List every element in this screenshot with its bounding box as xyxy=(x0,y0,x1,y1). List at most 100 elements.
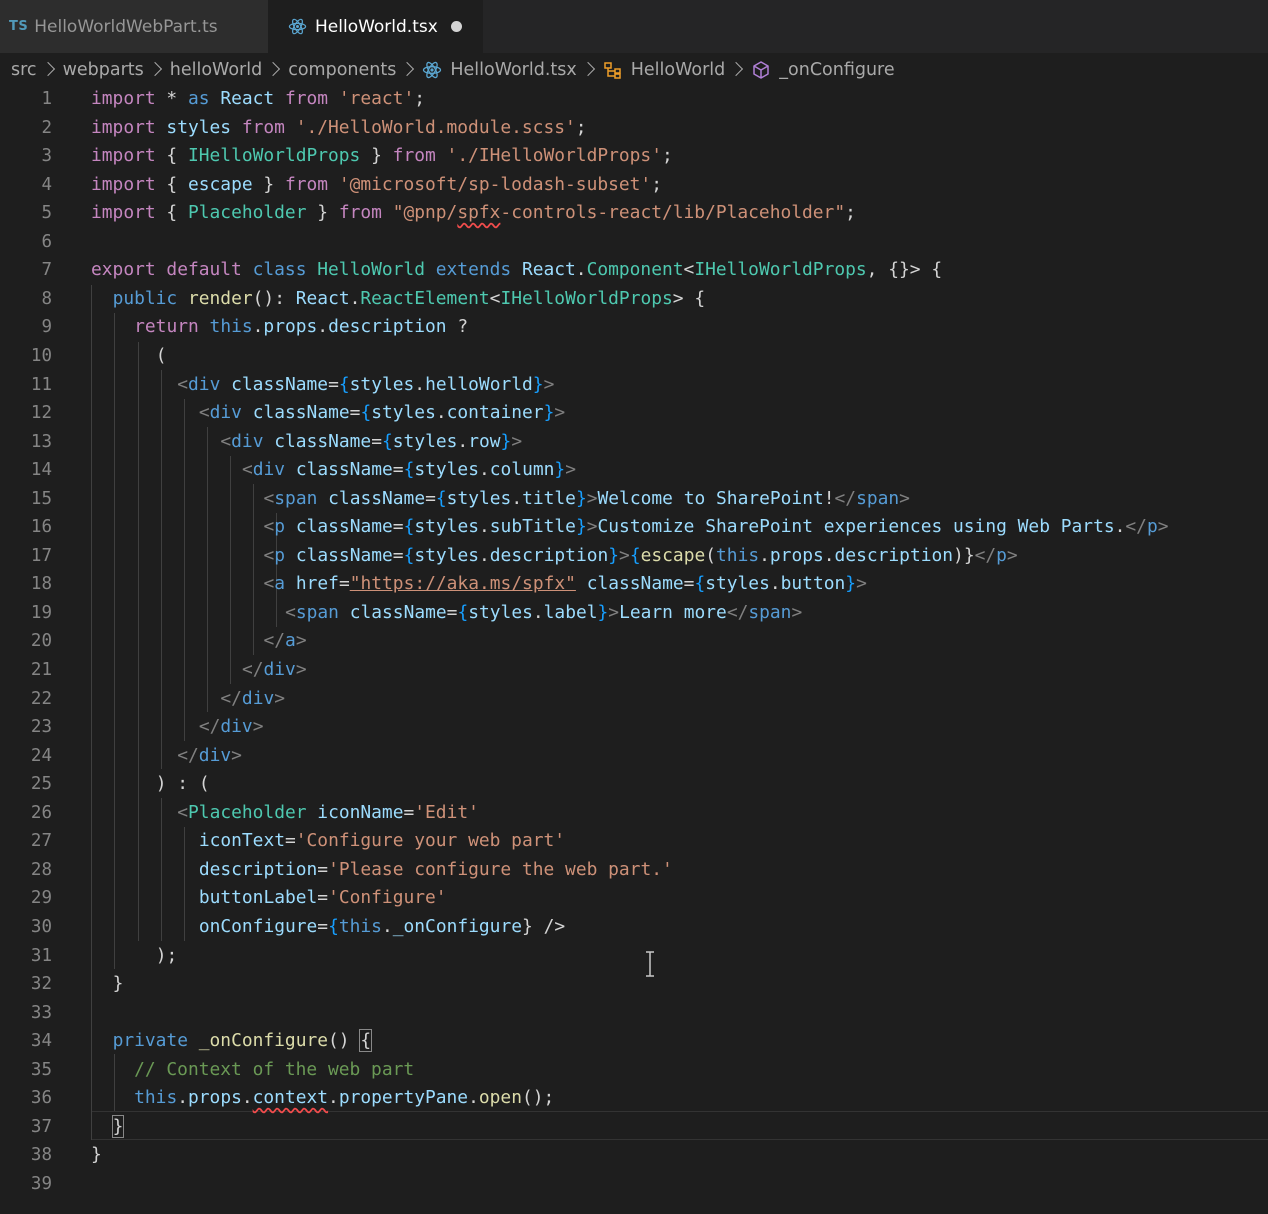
code-line[interactable]: 33 xyxy=(0,999,1268,1028)
code-line[interactable]: 7 export default class HelloWorld extends… xyxy=(0,256,1268,285)
code-line[interactable]: 18 <a href="https://aka.ms/spfx" classNa… xyxy=(0,570,1268,599)
line-number: 5 xyxy=(41,203,52,224)
code-text: </div> xyxy=(241,659,307,680)
code-text: <Placeholder iconName='Edit' xyxy=(177,801,479,823)
code-line[interactable]: 38} xyxy=(0,1141,1268,1170)
code-line[interactable]: 37 } xyxy=(0,1113,1268,1142)
code-text: } xyxy=(112,973,124,995)
line-number: 23 xyxy=(30,717,52,738)
chevron-right-icon xyxy=(729,61,744,77)
chevron-right-icon xyxy=(400,61,415,77)
code-line[interactable]: 29 buttonLabel='Configure' xyxy=(0,884,1268,913)
line-number: 22 xyxy=(30,688,52,709)
line-number: 28 xyxy=(30,859,52,880)
line-number: 39 xyxy=(30,1173,52,1194)
code-line[interactable]: 34 private _onConfigure() { xyxy=(0,1027,1268,1056)
line-number: 29 xyxy=(30,888,52,909)
line-number: 3 xyxy=(41,146,52,167)
code-line[interactable]: 27 iconText='Configure your web part' xyxy=(0,827,1268,856)
code-text: <span className={styles.label}>Learn mor… xyxy=(285,601,803,623)
line-number: 4 xyxy=(41,174,52,195)
line-number: 16 xyxy=(30,517,52,538)
line-number: 1 xyxy=(41,89,52,109)
breadcrumb-class[interactable]: HelloWorld xyxy=(631,60,726,80)
tab-helloworldwebpart-ts[interactable]: TS HelloWorldWebPart.ts xyxy=(0,0,268,53)
code-line[interactable]: 11 <div className={styles.helloWorld}> xyxy=(0,371,1268,400)
code-text: <p className={styles.description}>{escap… xyxy=(263,544,1018,566)
line-number: 14 xyxy=(30,460,52,481)
code-line[interactable]: 39 xyxy=(0,1170,1268,1199)
code-text: iconText='Configure your web part' xyxy=(198,830,566,852)
code-line[interactable]: 31 ); xyxy=(0,942,1268,971)
line-number: 31 xyxy=(30,945,52,966)
breadcrumb-webparts[interactable]: webparts xyxy=(63,60,144,80)
code-line[interactable]: 26 <Placeholder iconName='Edit' xyxy=(0,799,1268,828)
code-line[interactable]: 1 import * as React from 'react'; xyxy=(0,85,1268,114)
breadcrumb: src webparts helloWorld components Hello… xyxy=(0,53,1268,87)
code-line[interactable]: 8 public render(): React.ReactElement<IH… xyxy=(0,285,1268,314)
code-text: private _onConfigure() { xyxy=(112,1029,373,1053)
line-number: 19 xyxy=(30,602,52,623)
class-symbol-icon xyxy=(604,62,621,79)
code-line[interactable]: 21 </div> xyxy=(0,656,1268,685)
line-number: 26 xyxy=(30,802,52,823)
chevron-right-icon xyxy=(580,61,595,77)
tab-helloworld-tsx[interactable]: HelloWorld.tsx xyxy=(268,0,483,53)
code-line[interactable]: 23 </div> xyxy=(0,713,1268,742)
breadcrumb-helloworld[interactable]: helloWorld xyxy=(170,60,262,80)
unsaved-changes-dot-icon[interactable] xyxy=(450,21,462,32)
code-line[interactable]: 22 </div> xyxy=(0,685,1268,714)
code-line[interactable]: 30 onConfigure={this._onConfigure} /> xyxy=(0,913,1268,942)
code-line[interactable]: 4 import { escape } from '@microsoft/sp-l… xyxy=(0,171,1268,200)
line-number: 6 xyxy=(41,231,52,252)
text-cursor-ibeam-icon xyxy=(646,951,654,977)
line-number: 8 xyxy=(41,288,52,309)
code-line[interactable]: 25 ) : ( xyxy=(0,770,1268,799)
method-symbol-icon xyxy=(753,61,770,79)
code-text: import { IHelloWorldProps } from './IHel… xyxy=(91,145,673,167)
breadcrumb-src[interactable]: src xyxy=(11,60,37,80)
line-number: 27 xyxy=(30,831,52,852)
code-line[interactable]: 5 import { Placeholder } from "@pnp/spfx-… xyxy=(0,199,1268,228)
code-text: description='Please configure the web pa… xyxy=(198,858,673,880)
code-line[interactable]: 19 <span className={styles.label}>Learn … xyxy=(0,599,1268,628)
line-number: 32 xyxy=(30,974,52,995)
code-line[interactable]: 10 ( xyxy=(0,342,1268,371)
code-line[interactable]: 14 <div className={styles.column}> xyxy=(0,456,1268,485)
code-line[interactable]: 24 </div> xyxy=(0,742,1268,771)
breadcrumb-method[interactable]: _onConfigure xyxy=(779,60,894,80)
code-text: import * as React from 'react'; xyxy=(91,88,426,109)
code-line[interactable]: 28 description='Please configure the web… xyxy=(0,856,1268,885)
code-line[interactable]: 2 import styles from './HelloWorld.module… xyxy=(0,114,1268,143)
code-text: export default class HelloWorld extends … xyxy=(91,259,943,281)
chevron-right-icon xyxy=(40,61,55,77)
code-line[interactable]: 9 return this.props.description ? xyxy=(0,313,1268,342)
code-line[interactable]: 20 </a> xyxy=(0,627,1268,656)
line-number: 17 xyxy=(30,545,52,566)
line-number: 20 xyxy=(30,631,52,652)
code-text: public render(): React.ReactElement<IHel… xyxy=(112,287,706,309)
code-line[interactable]: 15 <span className={styles.title}>Welcom… xyxy=(0,485,1268,514)
breadcrumb-file[interactable]: HelloWorld.tsx xyxy=(450,60,576,80)
code-line[interactable]: 35 // Context of the web part xyxy=(0,1056,1268,1085)
typescript-file-icon: TS xyxy=(9,19,29,34)
line-number: 36 xyxy=(30,1088,52,1109)
line-number: 9 xyxy=(41,317,52,338)
code-text: ); xyxy=(155,944,178,966)
line-number: 7 xyxy=(41,260,52,281)
code-line[interactable]: 36 this.props.context.propertyPane.open(… xyxy=(0,1084,1268,1113)
code-text: </div> xyxy=(220,687,286,709)
breadcrumb-components[interactable]: components xyxy=(288,60,396,80)
code-line[interactable]: 12 <div className={styles.container}> xyxy=(0,399,1268,428)
code-text: ) : ( xyxy=(155,773,210,795)
line-number: 10 xyxy=(30,345,52,366)
code-line[interactable]: 16 <p className={styles.subTitle}>Custom… xyxy=(0,513,1268,542)
code-line[interactable]: 6 xyxy=(0,228,1268,257)
code-line[interactable]: 3 import { IHelloWorldProps } from './IHe… xyxy=(0,142,1268,171)
code-text: } xyxy=(91,1144,102,1166)
line-number: 2 xyxy=(41,117,52,138)
code-line[interactable]: 13 <div className={styles.row}> xyxy=(0,428,1268,457)
code-line[interactable]: 32 } xyxy=(0,970,1268,999)
code-editor[interactable]: 1 import * as React from 'react'; 2 import … xyxy=(0,85,1268,1214)
code-line[interactable]: 17 <p className={styles.description}>{es… xyxy=(0,542,1268,571)
